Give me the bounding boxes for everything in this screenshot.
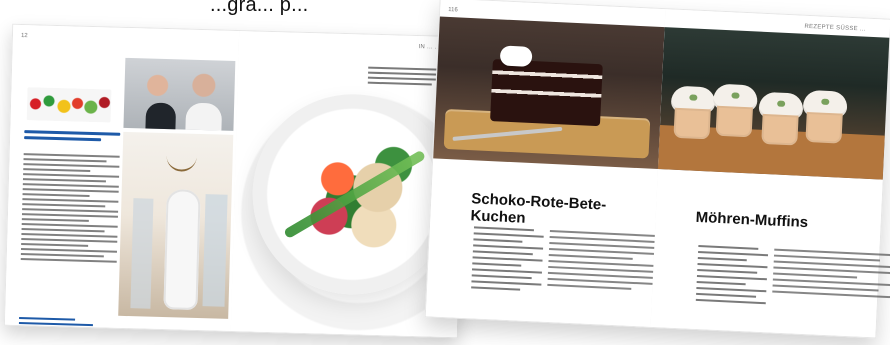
person-shirt xyxy=(185,102,223,131)
text-line xyxy=(22,193,90,197)
muffin xyxy=(669,85,716,140)
text-line xyxy=(23,163,120,168)
page-number: 12 xyxy=(20,32,28,40)
ingredient-line xyxy=(473,232,544,238)
recipe-title: Möhren-Muffins xyxy=(695,208,809,232)
pistachio xyxy=(777,100,786,107)
pistachio xyxy=(689,94,698,101)
ingredient-line xyxy=(697,268,757,274)
ingredient-line xyxy=(471,280,542,286)
spread-left-page-left: 12 xyxy=(4,24,241,331)
person-shirt xyxy=(145,102,177,131)
text-line xyxy=(22,203,105,208)
cropped-caption: ...gra... p... xyxy=(210,0,309,16)
magazine-spread-right: 116 Schoko-Rote-Bete-Kuchen REZEPTE SÜSS… xyxy=(424,0,890,339)
ingredient-line xyxy=(696,280,746,286)
author-footer xyxy=(18,317,99,335)
text-line xyxy=(22,198,119,203)
text-line xyxy=(23,158,107,163)
cupcake-wrapper xyxy=(673,107,711,140)
text-line xyxy=(22,188,119,193)
text-line xyxy=(20,248,118,253)
step-line xyxy=(548,253,633,260)
ingredient-line xyxy=(472,256,543,262)
text-line xyxy=(20,258,117,263)
ingredient-line xyxy=(698,244,758,250)
ingredient-line xyxy=(472,262,522,267)
ingredient-line xyxy=(697,256,747,262)
ingredient-line xyxy=(696,286,767,293)
ingredient-line xyxy=(473,244,544,250)
ingredients-list xyxy=(695,244,769,308)
muffin xyxy=(801,89,848,144)
text-line xyxy=(21,223,118,228)
text-line xyxy=(22,178,106,183)
blue-heading-line xyxy=(24,130,121,136)
cupcake-wrapper xyxy=(805,111,843,144)
text-line xyxy=(21,218,90,222)
recipe-steps xyxy=(772,248,890,303)
pistachio xyxy=(731,92,740,99)
scene: ...gra... p... 12 IN ... ... 116 Schoko-… xyxy=(0,0,890,345)
step-line xyxy=(772,290,890,299)
ingredient-line xyxy=(471,286,521,291)
chandelier-shape xyxy=(166,151,197,172)
muffin xyxy=(757,91,804,146)
page-number: 116 xyxy=(448,6,458,14)
cake-slice xyxy=(490,59,603,127)
ingredient-line xyxy=(471,268,542,274)
photo-chefs xyxy=(123,57,236,131)
caption-line xyxy=(367,81,433,86)
ingredient-line xyxy=(696,292,756,298)
author-line xyxy=(18,322,93,327)
text-line xyxy=(21,228,105,233)
text-line xyxy=(23,173,120,178)
text-line xyxy=(23,168,91,172)
whipped-cream xyxy=(499,45,533,67)
text-line xyxy=(20,253,104,258)
tile-panel xyxy=(202,194,228,307)
pistachio xyxy=(821,98,830,105)
page-header: REZEPTE SÜSSE ... xyxy=(804,23,866,33)
spread-right-page-left: 116 Schoko-Rote-Bete-Kuchen xyxy=(425,0,670,327)
cupcake-wrapper xyxy=(761,113,799,146)
tile-panel xyxy=(130,198,154,309)
text-line xyxy=(21,243,89,247)
blue-heading-lines xyxy=(24,130,121,151)
text-line xyxy=(22,183,119,188)
text-line xyxy=(21,213,118,218)
photo-muffins xyxy=(657,27,890,180)
photo-cake xyxy=(433,16,665,169)
ingredient-line xyxy=(472,250,533,256)
ingredient-line xyxy=(697,262,768,269)
ingredient-line xyxy=(695,298,766,305)
blue-heading-line xyxy=(24,136,101,142)
food-image-strip xyxy=(26,87,112,123)
recipe-title: Schoko-Rote-Bete-Kuchen xyxy=(470,190,607,227)
ingredient-line xyxy=(473,238,523,243)
step-line xyxy=(547,283,632,290)
text-line xyxy=(21,233,118,238)
author-line xyxy=(19,317,76,321)
ingredient-line xyxy=(473,226,534,232)
text-line xyxy=(22,208,119,213)
text-line xyxy=(23,153,120,158)
step-line xyxy=(773,272,858,279)
ingredient-line xyxy=(471,274,532,280)
photo-interior-room xyxy=(118,131,234,319)
cupcake-wrapper xyxy=(715,105,753,138)
ingredient-line xyxy=(698,250,769,257)
ingredient-line xyxy=(696,274,767,281)
text-line xyxy=(21,238,118,243)
body-text-column xyxy=(19,153,120,316)
spread-right-page-right: REZEPTE SÜSSE ... Möhren-Muffins xyxy=(650,9,890,338)
muffin xyxy=(712,83,758,138)
magazine-spread-left: 12 IN ... ... xyxy=(3,23,467,339)
tiled-stove xyxy=(163,189,201,310)
ingredients-list xyxy=(471,226,544,295)
